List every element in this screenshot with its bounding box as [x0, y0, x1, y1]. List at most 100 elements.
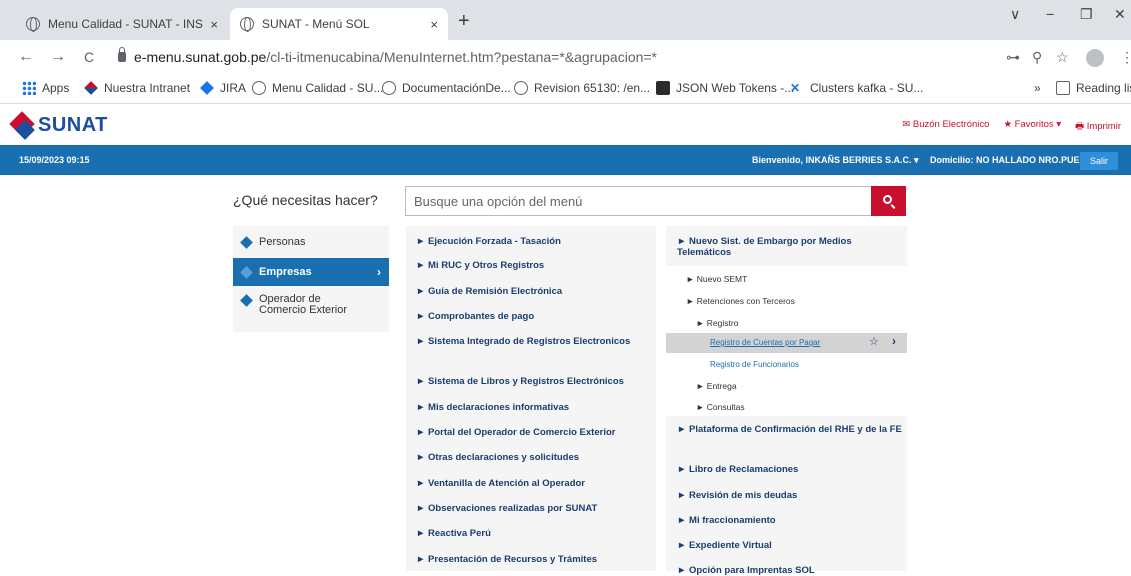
- bookmark-label: Apps: [42, 81, 70, 95]
- menu-item[interactable]: ► Sistema de Libros y Registros Electrón…: [416, 376, 652, 387]
- category-operador-comercio-exterior[interactable]: Operador de Comercio Exterior: [233, 294, 389, 326]
- x-icon: ✕: [790, 81, 801, 95]
- imprimir-link[interactable]: 🖶 Imprimir: [1075, 119, 1121, 135]
- restore-icon[interactable]: ❐: [1080, 6, 1093, 23]
- globe-icon: [252, 81, 266, 95]
- url-path: /cl-ti-itmenucabina/MenuInternet.htm?pes…: [266, 49, 658, 65]
- tab-close-button[interactable]: ×: [430, 17, 438, 32]
- menu-item[interactable]: ► Mi RUC y Otros Registros: [416, 260, 652, 271]
- menu-item[interactable]: ► Portal del Operador de Comercio Exteri…: [416, 427, 652, 438]
- middle-menu: ► Ejecución Forzada - Tasación ► Mi RUC …: [406, 226, 656, 571]
- bookmark-label: Menu Calidad - SU...: [272, 81, 384, 95]
- sunat-logo-text: SUNAT: [38, 113, 108, 136]
- sunat-logo: SUNAT: [10, 112, 108, 138]
- menu-item[interactable]: ► Ventanilla de Atención al Operador: [416, 478, 652, 489]
- menu-item[interactable]: ► Comprobantes de pago: [416, 311, 652, 322]
- menu-item[interactable]: ► Ejecución Forzada - Tasación: [416, 236, 652, 247]
- globe-icon: [26, 17, 40, 32]
- diamond-icon: [240, 236, 253, 249]
- chevron-right-icon[interactable]: ›: [892, 334, 896, 348]
- bookmark-jira[interactable]: JIRA: [200, 81, 246, 95]
- bookmark-label: Nuestra Intranet: [104, 81, 191, 95]
- chevron-right-icon: ›: [377, 265, 381, 279]
- browser-tab-bar: Menu Calidad - SUNAT - INSI × SUNAT - Me…: [0, 0, 1131, 40]
- menu-item[interactable]: ► Reactiva Perú: [416, 528, 652, 539]
- bookmark-star-icon[interactable]: ☆: [1056, 49, 1069, 66]
- menu-search-input[interactable]: [405, 186, 871, 216]
- bookmarks-overflow-button[interactable]: »: [1034, 81, 1041, 95]
- bookmark-nuestra-intranet[interactable]: Nuestra Intranet: [84, 81, 190, 95]
- menu-item-nuevo-semt[interactable]: ► Nuevo SEMT: [686, 274, 747, 285]
- menu-item[interactable]: ► Presentación de Recursos y Trámites: [416, 554, 652, 565]
- menu-item[interactable]: ► Expediente Virtual: [677, 540, 903, 551]
- close-window-icon[interactable]: ✕: [1114, 6, 1126, 23]
- bookmark-clusters-kafka[interactable]: ✕ Clusters kafka - SU...: [790, 81, 923, 95]
- new-tab-button[interactable]: +: [458, 10, 470, 33]
- search-icon: [883, 195, 892, 204]
- bookmarks-bar: Apps Nuestra Intranet JIRA Menu Calidad …: [0, 74, 1131, 104]
- menu-item[interactable]: ► Observaciones realizadas por SUNAT: [416, 503, 652, 514]
- favoritos-link[interactable]: ★ Favoritos ▾: [1003, 119, 1061, 135]
- key-icon[interactable]: ⊶: [1006, 49, 1020, 66]
- menu-item-retenciones[interactable]: ► Retenciones con Terceros: [686, 296, 795, 307]
- bookmark-menu-calidad[interactable]: Menu Calidad - SU...: [252, 81, 383, 95]
- url-host: e-menu.sunat.gob.pe: [134, 49, 267, 65]
- reload-icon[interactable]: C: [84, 49, 94, 65]
- tab-title: SUNAT - Menú SOL: [262, 17, 370, 31]
- menu-item[interactable]: ► Mis declaraciones informativas: [416, 402, 652, 413]
- search-button[interactable]: [871, 186, 906, 216]
- buzon-electronico-link[interactable]: ✉ Buzón Electrónico: [902, 119, 989, 135]
- profile-avatar[interactable]: [1086, 49, 1104, 67]
- bookmark-label: JSON Web Tokens -...: [676, 81, 795, 95]
- jira-icon: [200, 81, 214, 95]
- menu-item[interactable]: ► Plataforma de Confirmación del RHE y d…: [677, 424, 903, 435]
- reading-list-button[interactable]: Reading list: [1056, 81, 1131, 95]
- salir-button[interactable]: Salir: [1080, 152, 1118, 170]
- category-label: Comercio Exterior: [259, 304, 348, 316]
- bookmark-jwt[interactable]: JSON Web Tokens -...: [656, 81, 794, 95]
- bookmark-documentacion[interactable]: DocumentaciónDe...: [382, 81, 511, 95]
- category-personas[interactable]: Personas: [233, 236, 389, 258]
- minimize-icon[interactable]: −: [1046, 6, 1054, 22]
- menu-item[interactable]: ► Mi fraccionamiento: [677, 515, 903, 526]
- forward-icon[interactable]: →: [50, 48, 66, 66]
- registro-cuentas-por-pagar-link[interactable]: Registro de Cuentas por Pagar: [710, 338, 820, 347]
- submenu-title[interactable]: ► Nuevo Sist. de Embargo por Medios Tele…: [677, 236, 903, 258]
- menu-item-consultas[interactable]: ► Consultas: [696, 402, 745, 413]
- menu-item[interactable]: ► Libro de Reclamaciones: [677, 464, 903, 475]
- menu-item[interactable]: ► Otras declaraciones y solicitudes: [416, 452, 652, 463]
- lock-icon[interactable]: [118, 47, 126, 62]
- tab-menu-calidad[interactable]: Menu Calidad - SUNAT - INSI ×: [16, 8, 228, 40]
- address-bar[interactable]: e-menu.sunat.gob.pe/cl-ti-itmenucabina/M…: [134, 49, 657, 65]
- category-empresas[interactable]: Empresas ›: [233, 258, 389, 286]
- user-info-bar: 15/09/2023 09:15 Bienvenido, INKAÑS BERR…: [0, 145, 1131, 175]
- back-icon[interactable]: ←: [18, 48, 34, 66]
- more-icon[interactable]: ⋮: [1120, 49, 1131, 66]
- browser-toolbar: ← → C e-menu.sunat.gob.pe/cl-ti-itmenuca…: [0, 40, 1131, 74]
- bookmark-revision[interactable]: Revision 65130: /en...: [514, 81, 650, 95]
- menu-item-registro[interactable]: ► Registro: [696, 318, 738, 329]
- menu-item[interactable]: ► Guía de Remisión Electrónica: [416, 286, 652, 297]
- reading-list-label: Reading list: [1076, 81, 1131, 95]
- menu-item[interactable]: ► Revisión de mis deudas: [677, 490, 903, 501]
- menu-item[interactable]: ► Sistema Integrado de Registros Electro…: [416, 336, 652, 347]
- registro-funcionarios-link[interactable]: Registro de Funcionarios: [710, 359, 799, 370]
- jwt-icon: [656, 81, 670, 95]
- tab-sunat-menu-sol[interactable]: SUNAT - Menú SOL ×: [230, 8, 448, 40]
- domicilio: Domicilio: NO HALLADO NRO.PUERTA: [930, 155, 1098, 165]
- welcome-user-menu[interactable]: Bienvenido, INKAÑS BERRIES S.A.C. ▾: [752, 155, 919, 166]
- bookmark-label: JIRA: [220, 81, 247, 95]
- sunat-header: SUNAT ✉ Buzón Electrónico ★ Favoritos ▾ …: [0, 105, 1131, 145]
- zoom-icon[interactable]: ⚲: [1032, 49, 1042, 66]
- diamond-icon: [240, 266, 253, 279]
- apps-icon: [22, 81, 36, 95]
- bookmark-apps[interactable]: Apps: [22, 81, 69, 95]
- menu-item-entrega[interactable]: ► Entrega: [696, 381, 737, 392]
- tab-close-button[interactable]: ×: [210, 17, 218, 32]
- tab-title: Menu Calidad - SUNAT - INSI: [48, 17, 205, 31]
- tab-search-icon[interactable]: ∨: [1010, 6, 1020, 23]
- favorite-star-icon[interactable]: ☆: [869, 335, 879, 348]
- category-label: Personas: [259, 236, 306, 248]
- page-question: ¿Qué necesitas hacer?: [233, 192, 378, 208]
- bookmark-label: Revision 65130: /en...: [534, 81, 651, 95]
